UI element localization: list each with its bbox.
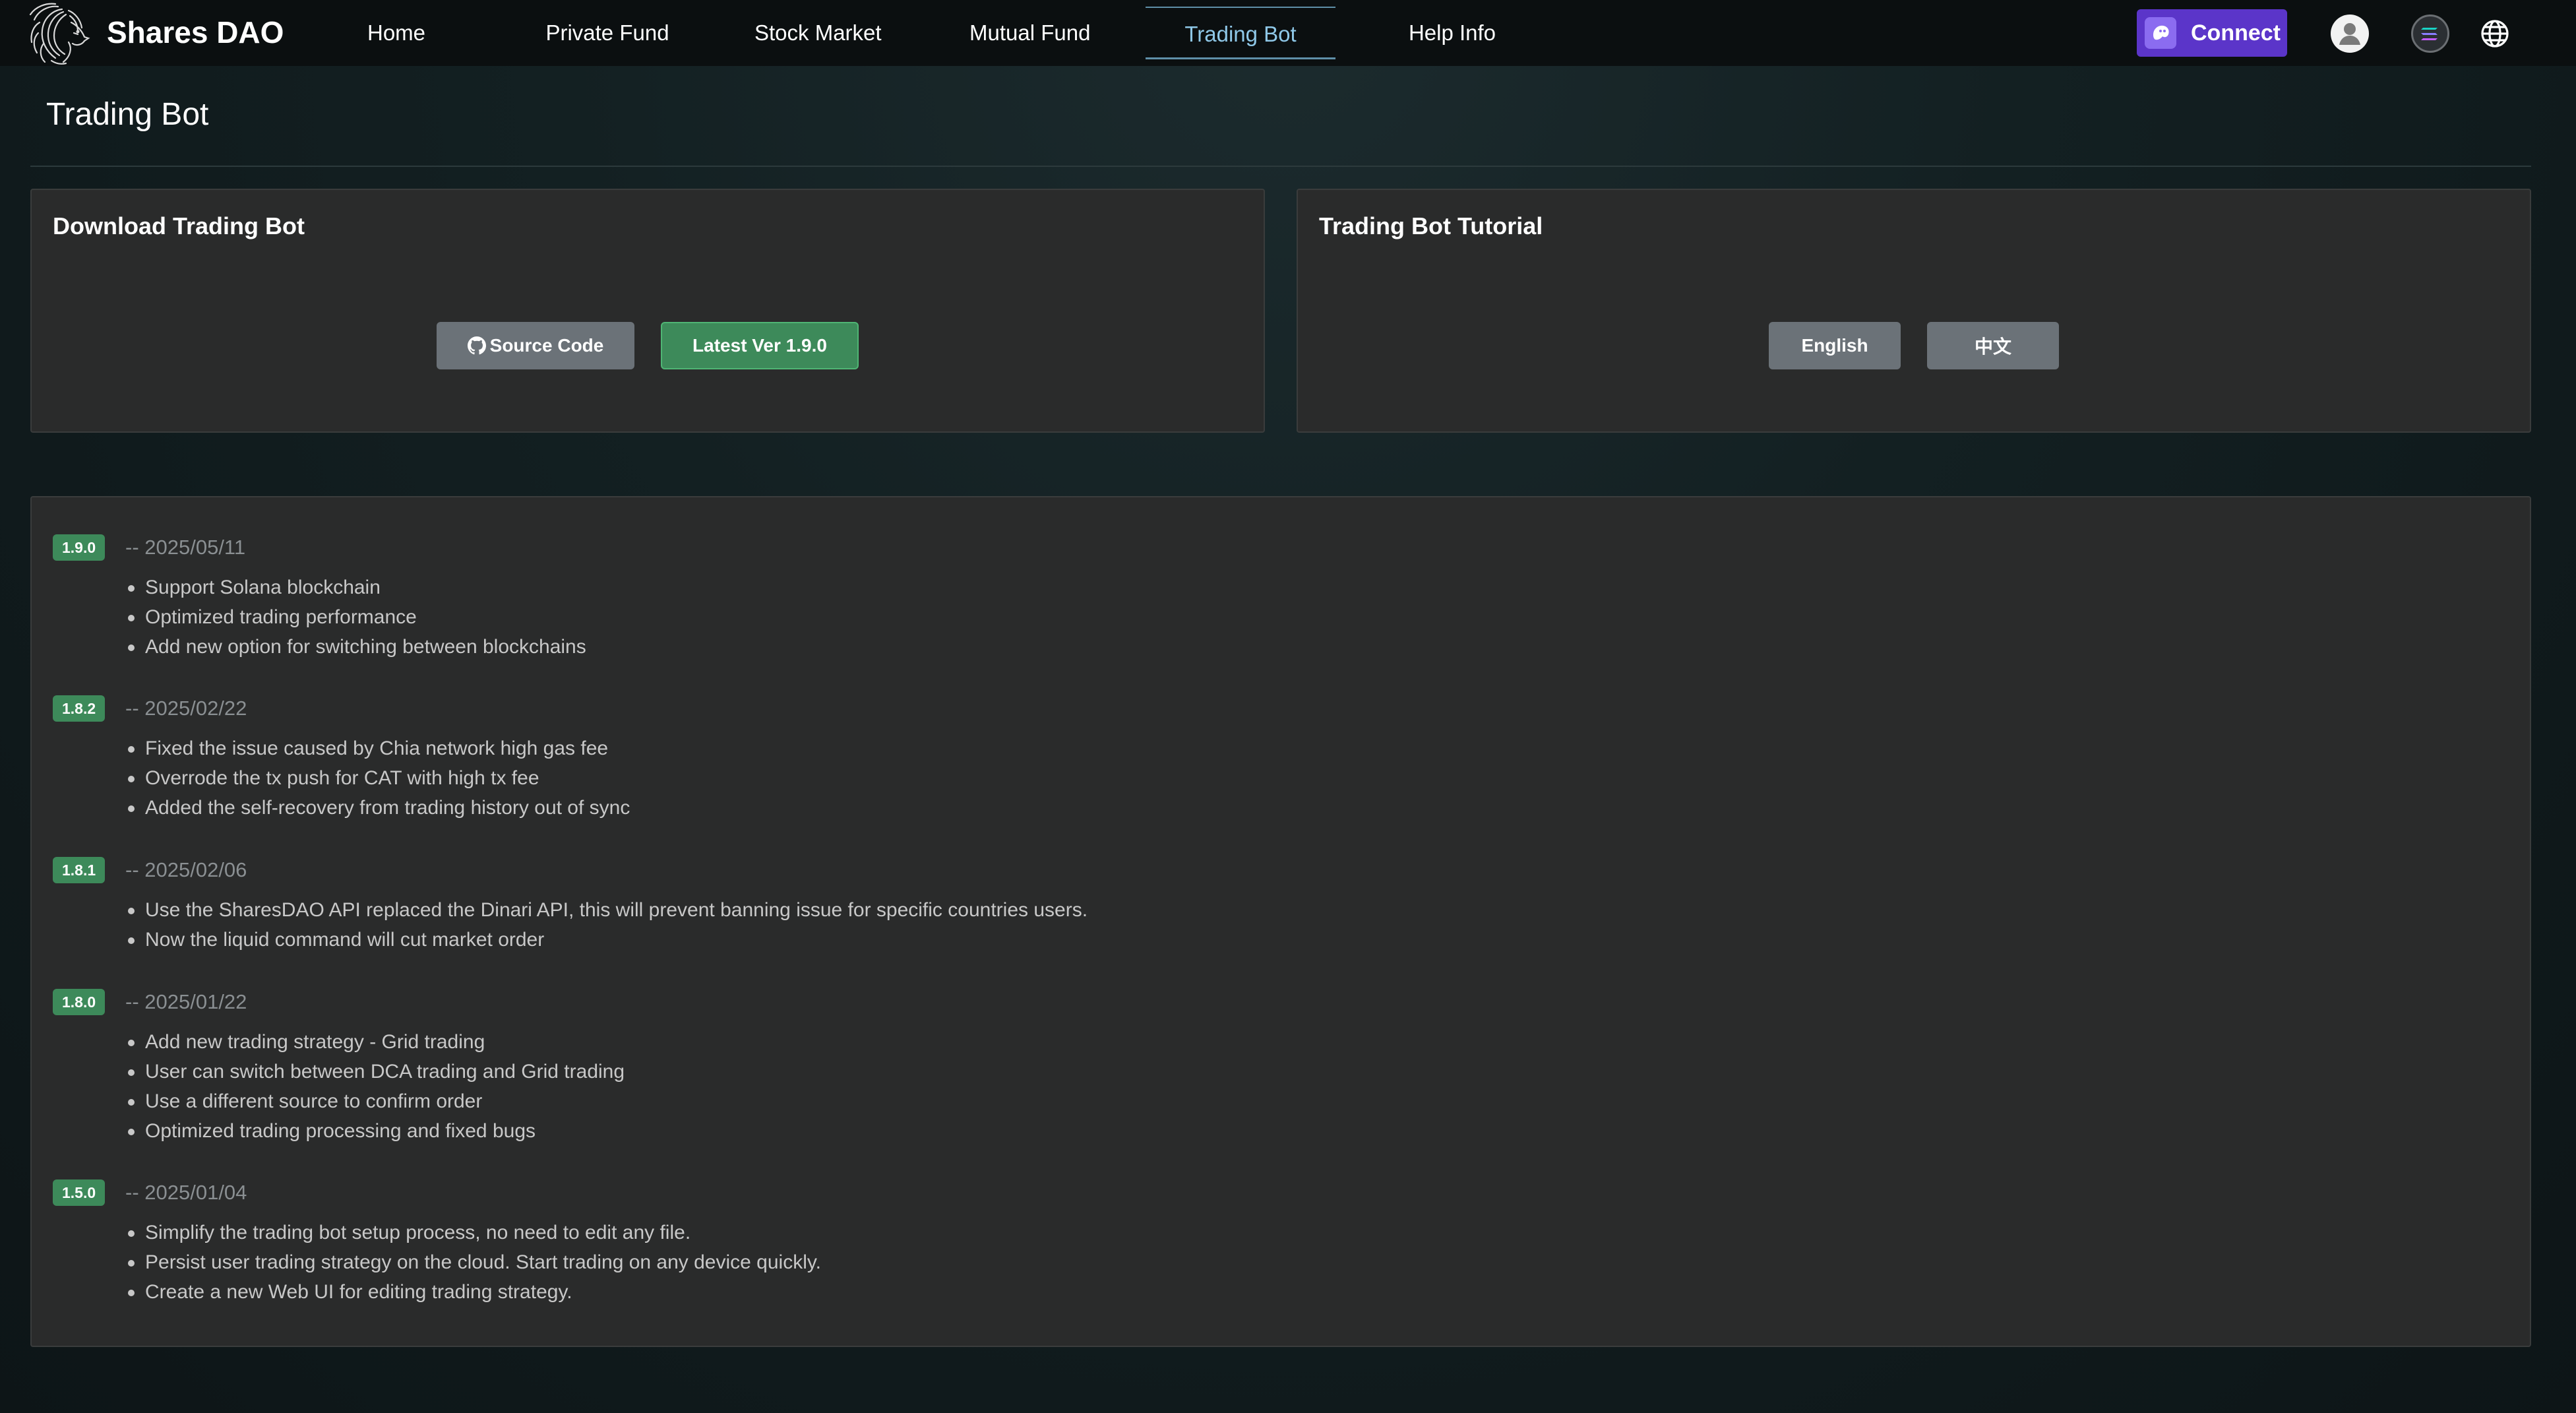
globe-icon[interactable] xyxy=(2478,17,2511,50)
version-badge: 1.8.2 xyxy=(53,695,106,722)
release-notes-list: Fixed the issue caused by Chia network h… xyxy=(128,734,630,823)
release-note: Create a new Web UI for editing trading … xyxy=(128,1277,821,1307)
release-notes-list: Add new trading strategy - Grid trading … xyxy=(128,1027,625,1146)
title-divider xyxy=(30,166,2531,167)
release-note: Add new trading strategy - Grid trading xyxy=(128,1027,625,1057)
latest-version-button[interactable]: Latest Ver 1.9.0 xyxy=(661,322,859,369)
release-note: Optimized trading processing and fixed b… xyxy=(128,1116,625,1146)
solana-icon xyxy=(2421,28,2438,40)
wallet-ghost-icon xyxy=(2153,25,2169,40)
release-note: Add new option for switching between blo… xyxy=(128,632,586,662)
release-date: -- 2025/02/06 xyxy=(125,858,247,881)
release-notes-list: Use the SharesDAO API replaced the Dinar… xyxy=(128,895,1088,955)
version-badge: 1.8.1 xyxy=(53,857,106,883)
brand-name[interactable]: Shares DAO xyxy=(107,15,284,50)
chain-switch-icon[interactable] xyxy=(2411,15,2449,53)
connect-label: Connect xyxy=(2191,20,2281,46)
tutorial-card: Trading Bot Tutorial English 中文 xyxy=(1297,189,2531,433)
connect-wallet-icon xyxy=(2145,17,2176,49)
language-globe-icon xyxy=(2481,20,2509,47)
tutorial-chinese-button[interactable]: 中文 xyxy=(1927,322,2059,369)
release-notes-list: Support Solana blockchain Optimized trad… xyxy=(128,573,586,662)
nav-stock-market[interactable]: Stock Market xyxy=(754,0,882,63)
tutorial-card-title: Trading Bot Tutorial xyxy=(1319,212,1543,239)
release-note: Now the liquid command will cut market o… xyxy=(128,925,1088,955)
release-note: Support Solana blockchain xyxy=(128,573,586,602)
release-note: User can switch between DCA trading and … xyxy=(128,1057,625,1086)
source-code-button[interactable]: Source Code xyxy=(437,322,634,369)
release-note: Optimized trading performance xyxy=(128,602,586,632)
release-date: -- 2025/01/22 xyxy=(125,990,247,1013)
download-card: Download Trading Bot Source Code Latest … xyxy=(30,189,1265,433)
release-note: Simplify the trading bot setup process, … xyxy=(128,1218,821,1247)
release-date: -- 2025/02/22 xyxy=(125,697,247,720)
release-note: Persist user trading strategy on the clo… xyxy=(128,1247,821,1277)
release-note: Fixed the issue caused by Chia network h… xyxy=(128,734,630,763)
release-date: -- 2025/05/11 xyxy=(125,536,246,559)
version-badge: 1.9.0 xyxy=(53,534,106,561)
github-icon xyxy=(467,336,486,355)
release-date: -- 2025/01/04 xyxy=(125,1181,247,1204)
nav-trading-bot[interactable]: Trading Bot xyxy=(1146,7,1335,59)
nav-mutual-fund[interactable]: Mutual Fund xyxy=(969,0,1090,63)
top-navigation-bar: Shares DAO Home Private Fund Stock Marke… xyxy=(0,0,2576,66)
page-title: Trading Bot xyxy=(46,97,209,132)
version-badge: 1.5.0 xyxy=(53,1179,106,1206)
release-note: Overrode the tx push for CAT with high t… xyxy=(128,763,630,793)
release-note: Use a different source to confirm order xyxy=(128,1086,625,1116)
user-avatar-icon[interactable] xyxy=(2331,15,2369,53)
nav-private-fund[interactable]: Private Fund xyxy=(545,0,670,63)
connect-wallet-button[interactable]: Connect xyxy=(2137,9,2287,57)
version-badge: 1.8.0 xyxy=(53,989,106,1015)
nav-home[interactable]: Home xyxy=(367,0,426,63)
download-card-title: Download Trading Bot xyxy=(53,212,305,239)
release-notes-list: Simplify the trading bot setup process, … xyxy=(128,1218,821,1307)
release-notes-panel: 1.9.0 -- 2025/05/11 Support Solana block… xyxy=(30,496,2531,1347)
source-code-label: Source Code xyxy=(489,335,604,356)
tutorial-english-button[interactable]: English xyxy=(1769,322,1901,369)
release-note: Added the self-recovery from trading his… xyxy=(128,793,630,823)
lion-logo-icon xyxy=(29,3,90,65)
release-note: Use the SharesDAO API replaced the Dinar… xyxy=(128,895,1088,925)
person-icon xyxy=(2339,23,2360,45)
logo[interactable] xyxy=(29,3,95,66)
nav-help-info[interactable]: Help Info xyxy=(1407,0,1497,63)
